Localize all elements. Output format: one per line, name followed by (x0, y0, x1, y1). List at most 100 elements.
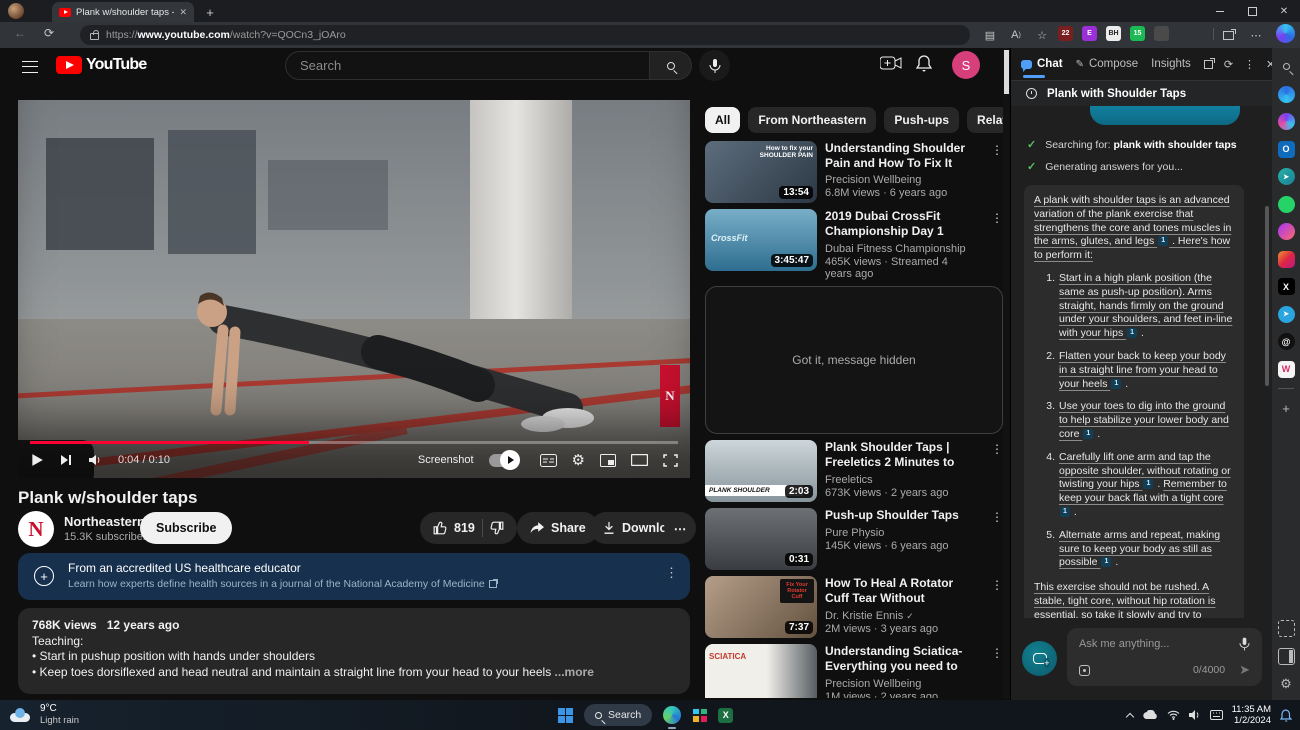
account-avatar[interactable]: S (952, 51, 980, 79)
video-menu-button[interactable]: ⋮ (991, 211, 1003, 225)
scrollbar-thumb[interactable] (1004, 50, 1009, 94)
video-player[interactable]: N 0:04 / 0:10 Screenshot ⚙ (18, 100, 690, 478)
related-channel-name[interactable]: Pure Physio (825, 527, 973, 539)
search-button[interactable] (650, 51, 692, 80)
volume-icon[interactable] (88, 454, 103, 466)
settings-menu-icon[interactable]: ⋯ (1246, 25, 1266, 45)
more-button[interactable]: ...more (551, 665, 594, 679)
telegram-app-icon[interactable]: ➤ (1278, 306, 1295, 323)
screenshot-toggle[interactable] (489, 454, 517, 467)
citation-badge[interactable]: 1 (1127, 328, 1137, 338)
subscribe-button[interactable]: Subscribe (140, 512, 232, 544)
banner-menu-icon[interactable]: ⋮ (665, 565, 678, 581)
w-app-icon[interactable]: W (1278, 361, 1295, 378)
theater-mode-icon[interactable] (631, 454, 648, 466)
progress-bar[interactable] (30, 441, 678, 444)
video-thumbnail[interactable]: SCIATICA (705, 644, 817, 698)
weather-widget[interactable]: 9°C Light rain (10, 703, 79, 726)
taskbar-clock[interactable]: 11:35 AM 1/2/2024 (1232, 704, 1271, 726)
instagram-app-icon[interactable] (1278, 251, 1295, 268)
related-video[interactable]: CrossFit3:45:47 2019 Dubai CrossFit Champ… (705, 209, 1003, 280)
banner-link[interactable]: Learn how experts define health sources … (68, 578, 497, 590)
related-video[interactable]: 0:31Push-up Shoulder TapsPure Physio145K… (705, 508, 1003, 570)
back-button[interactable]: ← (14, 26, 26, 40)
extension-icon[interactable] (1154, 26, 1169, 41)
video-thumbnail[interactable]: CrossFit3:45:47 (705, 209, 817, 271)
related-channel-name[interactable]: Precision Wellbeing (825, 174, 973, 186)
share-button[interactable]: Share (517, 512, 599, 544)
filter-chip[interactable]: Push-ups (884, 107, 959, 133)
designer-app-icon[interactable] (1278, 113, 1295, 130)
settings-gear-icon[interactable]: ⚙ (572, 451, 585, 469)
related-video-title[interactable]: Plank Shoulder Taps | Freeletics 2 Minut… (825, 440, 973, 470)
drop-app-icon[interactable]: ➤ (1278, 168, 1295, 185)
open-in-window-icon[interactable] (1204, 60, 1213, 69)
copilot-button[interactable] (1276, 24, 1295, 43)
search-icon[interactable] (1278, 58, 1295, 75)
new-topic-button[interactable] (1022, 641, 1057, 676)
slack-taskbar-icon[interactable] (692, 708, 707, 723)
citation-badge[interactable]: 1 (1158, 236, 1168, 246)
related-channel-name[interactable]: Dr. Kristie Ennis✓ (825, 610, 973, 622)
miniplayer-icon[interactable] (600, 454, 616, 467)
voice-search-button[interactable] (699, 50, 730, 81)
video-menu-button[interactable]: ⋮ (991, 143, 1003, 157)
fullscreen-icon[interactable] (663, 454, 678, 467)
new-tab-button[interactable]: + (202, 4, 218, 20)
extension-icon[interactable]: E (1082, 26, 1097, 41)
citation-badge[interactable]: 1 (1060, 507, 1070, 517)
related-video[interactable]: Fix Your Rotator Cuff7:37How To Heal A R… (705, 576, 1003, 638)
minimize-button[interactable] (1204, 0, 1236, 22)
citation-badge[interactable]: 1 (1101, 557, 1111, 567)
favorites-star-icon[interactable]: ☆ (1032, 25, 1052, 45)
citation-badge[interactable]: 1 (1111, 379, 1121, 389)
video-menu-button[interactable]: ⋮ (991, 510, 1003, 524)
related-channel-name[interactable]: Freeletics (825, 474, 973, 486)
settings-gear-icon[interactable]: ⚙ (1278, 675, 1295, 692)
related-channel-name[interactable]: Dubai Fitness Championship (825, 243, 973, 255)
browser-profile-avatar[interactable] (8, 3, 24, 19)
citation-badge[interactable]: 1 (1143, 479, 1153, 489)
refresh-button[interactable]: ⟳ (44, 26, 54, 40)
chat-input-box[interactable]: Ask me anything... 0/4000 ➤ (1067, 628, 1262, 686)
video-menu-button[interactable]: ⋮ (991, 578, 1003, 592)
close-window-button[interactable]: ✕ (1268, 0, 1300, 22)
browser-tab[interactable]: Plank w/shoulder taps - YouTube ✕ (52, 2, 194, 22)
wifi-icon[interactable] (1167, 710, 1180, 720)
video-thumbnail[interactable]: Fix Your Rotator Cuff7:37 (705, 576, 817, 638)
tab-chat[interactable]: Chat (1021, 48, 1063, 80)
send-icon[interactable]: ➤ (1239, 662, 1250, 678)
video-menu-button[interactable]: ⋮ (991, 442, 1003, 456)
captions-icon[interactable] (540, 454, 557, 467)
address-bar[interactable]: https://www.youtube.com/watch?v=QOCn3_jO… (80, 25, 970, 45)
related-video-title[interactable]: Understanding Sciatica- Everything you n… (825, 644, 973, 674)
citation-badge[interactable]: 1 (1083, 429, 1093, 439)
extension-icon[interactable]: 15 (1130, 26, 1145, 41)
start-button[interactable] (558, 708, 573, 723)
related-video[interactable]: PLANK SHOULDER2:03Plank Shoulder Taps | … (705, 440, 1003, 502)
video-thumbnail[interactable]: 0:31 (705, 508, 817, 570)
extension-icon[interactable]: 22 (1058, 26, 1073, 41)
play-button[interactable] (30, 453, 44, 467)
dislike-icon[interactable] (490, 521, 504, 535)
chat-scrollbar[interactable] (1265, 206, 1269, 386)
x-app-icon[interactable]: X (1278, 278, 1295, 295)
edge-taskbar-icon[interactable] (663, 706, 681, 724)
read-aloud-icon[interactable]: A) (1006, 25, 1026, 45)
channel-name[interactable]: Northeastern (64, 514, 145, 529)
video-description[interactable]: 768K views 12 years ago Teaching:• Start… (18, 608, 690, 694)
chat-history-bar[interactable]: Plank with Shoulder Taps (1011, 80, 1272, 106)
filter-chip[interactable]: Related (967, 107, 1003, 133)
screenshot-tool-icon[interactable] (1278, 620, 1295, 637)
related-channel-name[interactable]: Precision Wellbeing (825, 678, 973, 690)
tab-close-icon[interactable]: ✕ (179, 7, 187, 18)
messenger-app-icon[interactable] (1278, 223, 1295, 240)
video-thumbnail[interactable]: How to fix your SHOULDER PAIN13:54 (705, 141, 817, 203)
related-video-title[interactable]: 2019 Dubai CrossFit Championship Day 1 (… (825, 209, 973, 239)
related-video-title[interactable]: Understanding Shoulder Pain and How To F… (825, 141, 973, 170)
more-actions-button[interactable]: ⋯ (664, 512, 696, 544)
search-input[interactable]: Search (285, 51, 650, 80)
split-screen-icon[interactable] (1218, 25, 1238, 45)
menu-icon[interactable] (22, 61, 38, 73)
filter-chip[interactable]: All (705, 107, 740, 133)
